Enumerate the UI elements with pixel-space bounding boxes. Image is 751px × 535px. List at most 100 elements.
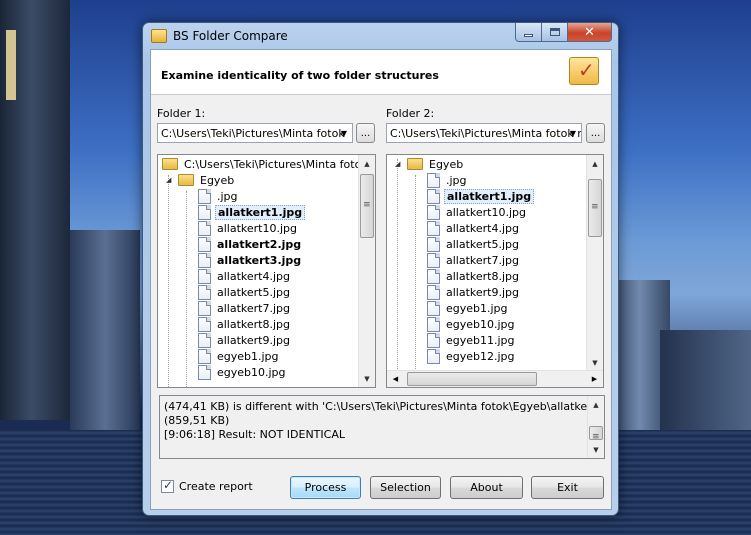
header-title: Examine identicality of two folder struc… <box>161 69 439 82</box>
header-band: Examine identicality of two folder struc… <box>151 50 611 95</box>
file-icon <box>198 348 211 364</box>
folder2-vscrollbar[interactable]: ▲ ▼ <box>586 155 603 371</box>
folder-icon <box>162 158 178 170</box>
title-bar[interactable]: BS Folder Compare ✕ <box>143 23 618 49</box>
folder1-combo[interactable]: C:\Users\Teki\Pictures\Minta fotok ▼ <box>157 123 353 143</box>
file-name: allatkert10.jpg <box>217 221 298 235</box>
file-name: allatkert8.jpg <box>217 317 291 331</box>
file-icon <box>427 236 440 252</box>
file-icon <box>427 172 440 188</box>
file-item[interactable]: egyeb1.jpg <box>198 348 281 364</box>
file-item[interactable]: egyeb1.jpg <box>427 300 510 316</box>
scroll-down-icon[interactable]: ▼ <box>587 354 603 371</box>
collapse-icon[interactable]: ◢ <box>395 160 405 168</box>
chevron-down-icon[interactable]: ▼ <box>565 124 581 142</box>
create-report-option[interactable]: Create report <box>161 478 253 493</box>
background-tower <box>0 0 70 420</box>
file-icon <box>198 204 211 220</box>
file-name: egyeb1.jpg <box>446 301 508 315</box>
folder2-browse-button[interactable]: ... <box>586 123 605 143</box>
about-button[interactable]: About <box>450 476 523 499</box>
file-item[interactable]: allatkert8.jpg <box>198 316 292 332</box>
app-icon <box>151 29 167 43</box>
tree-root-label: C:\Users\Teki\Pictures\Minta fotok <box>184 157 368 171</box>
process-button[interactable]: Process <box>290 476 361 499</box>
file-icon <box>427 284 440 300</box>
file-item[interactable]: egyeb10.jpg <box>198 364 288 380</box>
file-name: egyeb10.jpg <box>217 365 286 379</box>
create-report-label: Create report <box>179 480 253 493</box>
folder1-vscrollbar[interactable]: ▲ ▼ <box>358 155 375 387</box>
file-item[interactable]: allatkert7.jpg <box>427 252 521 268</box>
file-item[interactable]: .jpg <box>198 188 240 204</box>
log-vscrollbar[interactable]: ▲ ▼ <box>587 396 604 458</box>
scroll-up-icon[interactable]: ▲ <box>588 396 604 413</box>
file-item[interactable]: allatkert1.jpg <box>427 188 535 204</box>
folder2-combo[interactable]: C:\Users\Teki\Pictures\Minta fotok n ▼ <box>386 123 582 143</box>
file-icon <box>198 300 211 316</box>
file-item[interactable]: .jpg <box>427 172 469 188</box>
file-item[interactable]: allatkert9.jpg <box>198 332 292 348</box>
file-item[interactable]: allatkert4.jpg <box>198 268 292 284</box>
minimize-button[interactable] <box>515 23 542 42</box>
tree-folder-egyeb[interactable]: ◢ Egyeb <box>166 172 236 188</box>
close-icon: ✕ <box>584 24 595 40</box>
background-building <box>660 330 751 430</box>
tree-folder-egyeb[interactable]: ◢ Egyeb <box>395 156 465 172</box>
file-name: allatkert7.jpg <box>446 253 520 267</box>
scroll-down-icon[interactable]: ▼ <box>359 370 375 387</box>
tree-root[interactable]: C:\Users\Teki\Pictures\Minta fotok <box>162 156 370 172</box>
scroll-up-icon[interactable]: ▲ <box>359 155 375 172</box>
file-icon <box>198 284 211 300</box>
folder-open-icon <box>407 158 423 170</box>
file-item[interactable]: allatkert5.jpg <box>198 284 292 300</box>
result-log[interactable]: (474,41 KB) is different with 'C:\Users\… <box>159 395 605 459</box>
file-item[interactable]: allatkert4.jpg <box>427 220 521 236</box>
file-icon <box>427 300 440 316</box>
file-icon <box>427 348 440 364</box>
file-name: allatkert8.jpg <box>446 269 520 283</box>
scroll-left-icon[interactable]: ◀ <box>387 371 404 387</box>
file-icon <box>427 204 440 220</box>
log-line: (859,51 KB) <box>164 414 230 427</box>
scroll-right-icon[interactable]: ▶ <box>586 371 603 387</box>
folder2-hscrollbar[interactable]: ◀ ▶ <box>387 370 603 387</box>
close-button[interactable]: ✕ <box>568 23 612 42</box>
scroll-thumb[interactable] <box>589 426 603 442</box>
file-item[interactable]: egyeb12.jpg <box>427 348 517 364</box>
file-item[interactable]: allatkert1.jpg <box>198 204 306 220</box>
file-name: .jpg <box>217 189 238 203</box>
file-item[interactable]: allatkert10.jpg <box>427 204 528 220</box>
scroll-thumb[interactable] <box>360 174 374 238</box>
file-item[interactable]: allatkert3.jpg <box>198 252 303 268</box>
scroll-down-icon[interactable]: ▼ <box>588 441 604 458</box>
collapse-icon[interactable]: ◢ <box>166 176 176 184</box>
file-item[interactable]: allatkert7.jpg <box>198 300 292 316</box>
file-name: egyeb11.jpg <box>446 333 515 347</box>
window-title: BS Folder Compare <box>173 29 288 43</box>
file-name: allatkert9.jpg <box>446 285 520 299</box>
file-item[interactable]: allatkert2.jpg <box>198 236 303 252</box>
folder1-tree[interactable]: C:\Users\Teki\Pictures\Minta fotok ◢ Egy… <box>157 154 376 388</box>
selection-button[interactable]: Selection <box>370 476 441 499</box>
file-item[interactable]: egyeb10.jpg <box>427 316 517 332</box>
maximize-button[interactable] <box>542 23 568 42</box>
folder-open-icon <box>178 174 194 186</box>
scroll-thumb[interactable] <box>407 372 537 386</box>
scroll-thumb[interactable] <box>588 179 602 237</box>
create-report-checkbox[interactable] <box>161 478 174 493</box>
file-item[interactable]: allatkert5.jpg <box>427 236 521 252</box>
file-item[interactable]: egyeb11.jpg <box>427 332 517 348</box>
client-area: Examine identicality of two folder struc… <box>150 49 612 510</box>
file-name: allatkert5.jpg <box>217 285 291 299</box>
file-item[interactable]: allatkert8.jpg <box>427 268 521 284</box>
chevron-down-icon[interactable]: ▼ <box>336 124 352 142</box>
file-item[interactable]: allatkert9.jpg <box>427 284 521 300</box>
exit-button[interactable]: Exit <box>531 476 604 499</box>
folder1-browse-button[interactable]: ... <box>356 123 375 143</box>
file-item[interactable]: allatkert10.jpg <box>198 220 299 236</box>
scroll-up-icon[interactable]: ▲ <box>587 155 603 172</box>
file-icon <box>198 364 211 380</box>
file-icon <box>198 332 211 348</box>
folder2-tree[interactable]: ◢ Egyeb .jpg allatkert1.jpg allatkert10.jp… <box>386 154 604 388</box>
